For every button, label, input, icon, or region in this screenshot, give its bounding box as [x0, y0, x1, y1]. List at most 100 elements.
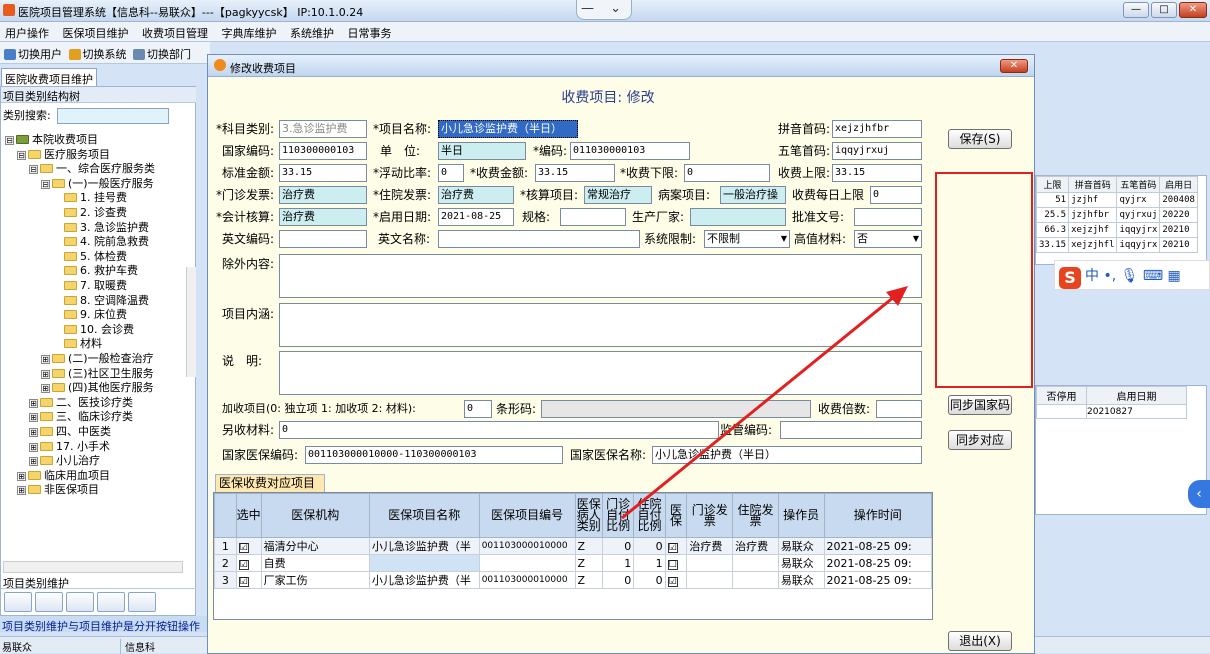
- tree-node[interactable]: ⊟ 本院收费项目: [5, 133, 98, 147]
- expand-toggle-icon[interactable]: ⊞: [29, 413, 38, 423]
- tree-node[interactable]: ⊞ 临床用血项目: [17, 469, 110, 483]
- float-field[interactable]: 0: [438, 164, 464, 182]
- account-item-field[interactable]: 常规治疗: [584, 186, 652, 204]
- tree-node[interactable]: ⊟ 医疗服务项目: [17, 148, 110, 162]
- stop-category-button[interactable]: [128, 592, 156, 612]
- select-checkbox[interactable]: ☑: [235, 554, 262, 572]
- maker-field[interactable]: [690, 208, 786, 226]
- switch-system-button[interactable]: 切换系统: [68, 42, 127, 62]
- expand-toggle-icon[interactable]: ⊞: [29, 442, 38, 452]
- code-field[interactable]: 011030000103: [570, 142, 690, 160]
- minimize-button[interactable]: —: [1123, 2, 1149, 18]
- ime-toolbar[interactable]: S中 •, 🎙 ⌨ ▦: [1054, 260, 1210, 290]
- tree-node[interactable]: ⊞ (三)社区卫生服务: [41, 367, 154, 381]
- col-selected[interactable]: 选中: [235, 493, 262, 538]
- expand-toggle-icon[interactable]: ⊞: [17, 486, 26, 496]
- expand-toggle-icon[interactable]: ⊞: [29, 428, 38, 437]
- select-checkbox[interactable]: ☑: [235, 537, 262, 555]
- spec-field[interactable]: [560, 208, 626, 226]
- side-collapse-button[interactable]: ‹: [1188, 480, 1210, 508]
- expand-toggle-icon[interactable]: ⊟: [5, 136, 14, 145]
- menu-user[interactable]: 用户操作: [0, 22, 54, 44]
- tree-node[interactable]: 8. 空调降温费: [53, 294, 149, 308]
- addon-field[interactable]: 0: [464, 400, 492, 418]
- switch-dept-button[interactable]: 切换部门: [133, 42, 191, 62]
- tree-node[interactable]: ⊞ 小儿治疗: [29, 454, 100, 468]
- daily-cap-field[interactable]: 0: [870, 186, 922, 204]
- tree-node[interactable]: 9. 床位费: [53, 308, 127, 322]
- tree-node[interactable]: ⊞ (二)一般检查治疗: [41, 352, 154, 366]
- expand-toggle-icon[interactable]: ⊞: [41, 355, 50, 364]
- fee-field[interactable]: 33.15: [535, 164, 615, 182]
- tree-node[interactable]: 5. 体检费: [53, 250, 127, 264]
- menu-insurance[interactable]: 医保项目维护: [58, 22, 134, 44]
- tree-node[interactable]: ⊞ 四、中医类: [29, 425, 111, 439]
- tree-node[interactable]: ⊞ 三、临床诊疗类: [29, 410, 133, 424]
- case-item-field[interactable]: 一般治疗操: [720, 186, 786, 204]
- add-category-button[interactable]: [35, 592, 63, 612]
- item-name-field[interactable]: 小儿急诊监护费（半日）: [438, 120, 578, 138]
- delete-category-button[interactable]: [97, 592, 125, 612]
- tree-node[interactable]: 1. 挂号费: [53, 191, 127, 205]
- insured-checkbox[interactable]: ☑: [664, 537, 688, 555]
- category-search-input[interactable]: [57, 108, 169, 124]
- tree-node[interactable]: 3. 急诊监护费: [53, 221, 149, 235]
- switch-user-button[interactable]: 切换用户: [4, 42, 62, 62]
- menu-dictionary[interactable]: 字典库维护: [217, 22, 282, 44]
- insured-checkbox[interactable]: ☐: [664, 554, 688, 572]
- table-row[interactable]: 3 ☑ 厂家工伤 小儿急诊监护费（半 001103000010000 Z 0 0…: [214, 571, 932, 589]
- insured-checkbox[interactable]: ☑: [664, 571, 688, 589]
- expand-toggle-icon[interactable]: ⊟: [29, 165, 38, 175]
- high-value-select[interactable]: 否: [854, 230, 922, 248]
- tree-scrollbar[interactable]: [186, 267, 196, 377]
- unit-field[interactable]: 半日: [438, 142, 526, 160]
- en-code-field[interactable]: [279, 230, 367, 248]
- sync-mapping-button[interactable]: 同步对应: [948, 430, 1012, 450]
- col-insurance-org[interactable]: 医保机构: [260, 493, 370, 538]
- table-row[interactable]: 1 ☑ 福清分中心 小儿急诊监护费（半 001103000010000 Z 0 …: [214, 537, 932, 555]
- tree-node[interactable]: 7. 取暖费: [53, 279, 127, 293]
- lower-limit-field[interactable]: 0: [684, 164, 770, 182]
- en-name-field[interactable]: [438, 230, 640, 248]
- start-date-field[interactable]: 2021-08-25: [438, 208, 514, 226]
- refresh-category-button[interactable]: [4, 592, 32, 612]
- expand-toggle-icon[interactable]: ⊞: [29, 398, 38, 408]
- tree-node[interactable]: ⊟ 一、综合医疗服务类: [29, 162, 155, 176]
- exit-button[interactable]: 退出(X): [948, 631, 1012, 651]
- tree-node[interactable]: 材料: [53, 337, 102, 351]
- expand-toggle-icon[interactable]: ⊟: [41, 179, 50, 189]
- tree-node[interactable]: ⊞ 二、医技诊疗类: [29, 396, 133, 410]
- dialog-close-button[interactable]: ✕: [1000, 59, 1028, 73]
- col-patient-type[interactable]: 医保病人类别: [574, 493, 603, 538]
- sys-limit-select[interactable]: 不限制: [704, 230, 790, 248]
- menu-daily[interactable]: 日常事务: [343, 22, 397, 44]
- menu-fee-items[interactable]: 收费项目管理: [137, 22, 213, 44]
- expand-toggle-icon[interactable]: ⊞: [29, 457, 38, 467]
- tree-node[interactable]: 10. 会诊费: [53, 323, 134, 337]
- approval-field[interactable]: [854, 208, 922, 226]
- accounting-field[interactable]: 治疗费: [279, 208, 367, 226]
- expand-toggle-icon[interactable]: ⊟: [17, 150, 26, 160]
- maximize-button[interactable]: □: [1151, 2, 1177, 18]
- menu-system[interactable]: 系统维护: [285, 22, 339, 44]
- expand-toggle-icon[interactable]: ⊞: [41, 369, 50, 379]
- inpatient-invoice-field[interactable]: 治疗费: [438, 186, 514, 204]
- edit-category-button[interactable]: [66, 592, 94, 612]
- save-button[interactable]: 保存(S): [948, 129, 1012, 149]
- expand-toggle-icon[interactable]: ⊞: [17, 471, 26, 481]
- tree-node[interactable]: ⊟ (一)一般医疗服务: [41, 177, 154, 191]
- tree-node[interactable]: ⊞ 非医保项目: [17, 483, 99, 497]
- sync-national-code-button[interactable]: 同步国家码: [948, 395, 1012, 415]
- tree-node[interactable]: 6. 救护车费: [53, 264, 138, 278]
- national-code-field[interactable]: 110300000103: [279, 142, 367, 160]
- close-window-button[interactable]: ✕: [1179, 2, 1207, 18]
- wubi-field[interactable]: iqqyjrxuj: [832, 142, 922, 160]
- std-amount-field[interactable]: 33.15: [279, 164, 367, 182]
- tree-node[interactable]: 2. 诊查费: [53, 206, 127, 220]
- tree-node[interactable]: 4. 院前急救费: [53, 235, 149, 249]
- upper-limit-field[interactable]: 33.15: [832, 164, 922, 182]
- col-insurance-item-code[interactable]: 医保项目编号: [478, 493, 576, 538]
- nhsa-code-field[interactable]: 001103000010000-110300000103: [305, 446, 563, 464]
- select-checkbox[interactable]: ☑: [235, 571, 262, 589]
- expand-toggle-icon[interactable]: ⊞: [41, 384, 50, 394]
